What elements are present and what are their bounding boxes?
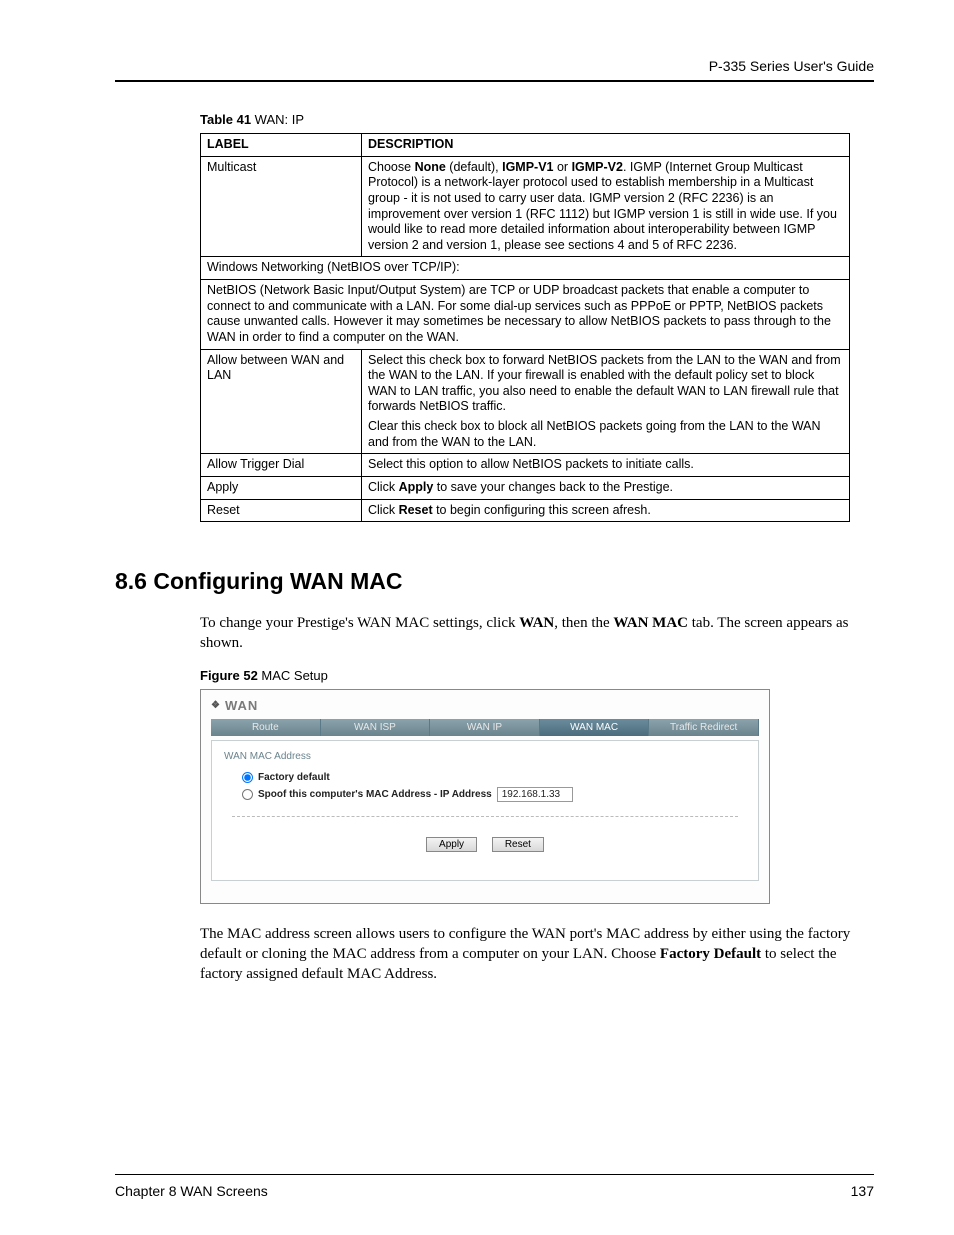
text: Clear this check box to block all NetBIO… [368,419,843,450]
breadcrumb-icon: ❖ [211,700,221,711]
text: (default), [446,160,502,174]
bold: Reset [399,503,433,517]
cell-allow-label: Allow between WAN and LAN [201,349,362,454]
cell-reset-desc: Click Reset to begin configuring this sc… [362,499,850,522]
th-label: LABEL [201,134,362,157]
reset-button[interactable]: Reset [492,837,544,852]
closing-paragraph: The MAC address screen allows users to c… [200,924,860,985]
section-heading: 8.6 Configuring WAN MAC [115,568,874,595]
header-guide-title: P-335 Series User's Guide [115,58,874,80]
figure-breadcrumb: ❖ WAN [211,698,759,713]
text: or [554,160,572,174]
intro-paragraph: To change your Prestige's WAN MAC settin… [200,613,860,654]
option-spoof-row[interactable]: Spoof this computer's MAC Address - IP A… [242,787,746,802]
th-description: DESCRIPTION [362,134,850,157]
radio-spoof[interactable] [242,789,253,800]
text: Choose [368,160,415,174]
table-caption: Table 41 WAN: IP [200,112,874,127]
tabs: Route WAN ISP WAN IP WAN MAC Traffic Red… [211,719,759,736]
panel-divider [232,816,738,817]
tab-wan-mac[interactable]: WAN MAC [540,719,650,736]
cell-allow-desc: Select this check box to forward NetBIOS… [362,349,850,454]
breadcrumb-text: WAN [225,698,258,713]
text: to begin configuring this screen afresh. [433,503,651,517]
cell-netbios-body: NetBIOS (Network Basic Input/Output Syst… [201,280,850,350]
cell-multicast-desc: Choose None (default), IGMP-V1 or IGMP-V… [362,156,850,257]
cell-apply-desc: Click Apply to save your changes back to… [362,476,850,499]
footer-rule [115,1174,874,1175]
tab-traffic-redirect[interactable]: Traffic Redirect [649,719,759,736]
text: Select this check box to forward NetBIOS… [368,353,843,416]
bold: WAN [519,615,554,631]
cell-trigger-desc: Select this option to allow NetBIOS pack… [362,454,850,477]
text: Click [368,503,399,517]
bold: IGMP-V1 [502,160,553,174]
footer: Chapter 8 WAN Screens 137 [115,1183,874,1199]
figure-caption-bold: Figure 52 [200,668,258,683]
text: Click [368,480,399,494]
panel-title: WAN MAC Address [224,751,746,762]
text: , then the [554,615,613,631]
panel-wan-mac-address: WAN MAC Address Factory default Spoof th… [211,740,759,881]
cell-apply-label: Apply [201,476,362,499]
bold: Factory Default [660,946,761,962]
bold: Apply [399,480,434,494]
apply-button[interactable]: Apply [426,837,477,852]
tab-wan-isp[interactable]: WAN ISP [321,719,431,736]
option-factory-default-row[interactable]: Factory default [242,772,746,783]
radio-factory-default[interactable] [242,772,253,783]
cell-reset-label: Reset [201,499,362,522]
tab-route[interactable]: Route [211,719,321,736]
ip-address-input[interactable]: 192.168.1.33 [497,787,573,802]
cell-trigger-label: Allow Trigger Dial [201,454,362,477]
bold: None [415,160,446,174]
text: to save your changes back to the Prestig… [433,480,673,494]
cell-multicast-label: Multicast [201,156,362,257]
header-rule [115,80,874,82]
text: To change your Prestige's WAN MAC settin… [200,615,519,631]
table-caption-bold: Table 41 [200,112,251,127]
tab-wan-ip[interactable]: WAN IP [430,719,540,736]
wan-ip-table: LABEL DESCRIPTION Multicast Choose None … [200,133,850,522]
bold: IGMP-V2 [572,160,623,174]
table-caption-rest: WAN: IP [251,112,304,127]
cell-netbios-heading: Windows Networking (NetBIOS over TCP/IP)… [201,257,850,280]
footer-right: 137 [851,1183,874,1199]
figure-caption: Figure 52 MAC Setup [200,668,874,683]
footer-left: Chapter 8 WAN Screens [115,1183,268,1199]
radio-factory-default-label: Factory default [258,772,330,783]
button-row: Apply Reset [224,837,746,852]
radio-spoof-label: Spoof this computer's MAC Address - IP A… [258,789,492,800]
figure-caption-rest: MAC Setup [258,668,328,683]
figure-mac-setup: ❖ WAN Route WAN ISP WAN IP WAN MAC Traff… [200,689,770,904]
bold: WAN MAC [613,615,688,631]
